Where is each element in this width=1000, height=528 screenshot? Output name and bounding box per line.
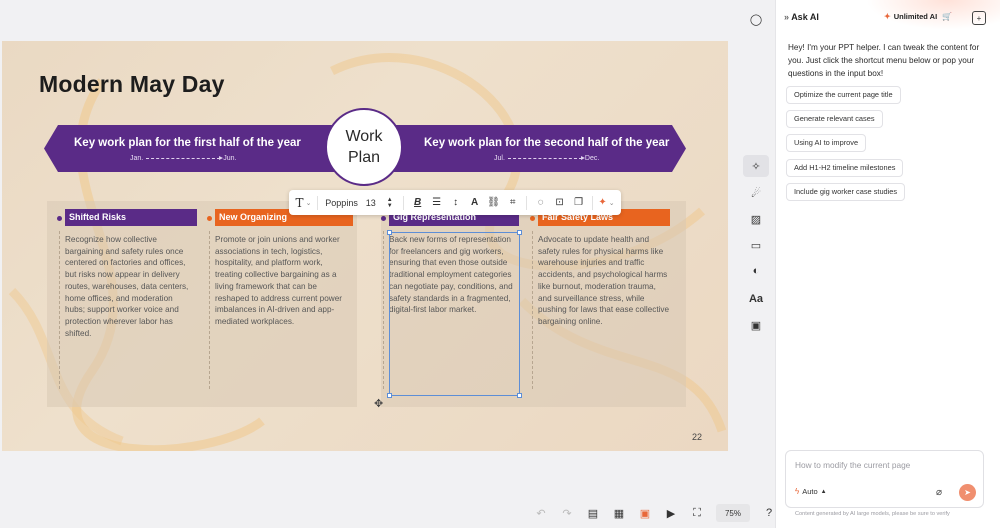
- bullet-dot: [530, 216, 535, 221]
- badge-label: Unlimited AI: [893, 12, 938, 21]
- bold-icon[interactable]: B: [409, 193, 426, 212]
- new-chat-icon[interactable]: +: [972, 11, 986, 25]
- dashed-divider: [383, 231, 384, 389]
- column-body: Advocate to update health and safety rul…: [538, 235, 670, 326]
- prompt-input[interactable]: How to modify the current page ϟ Auto ▲ …: [785, 450, 984, 508]
- collapse-icon[interactable]: »: [784, 12, 789, 22]
- dashed-divider: [209, 231, 210, 389]
- slide[interactable]: Modern May Day Key work plan for the fir…: [2, 41, 728, 451]
- suggestion-chip[interactable]: Optimize the current page title: [786, 86, 901, 104]
- caret-up-icon: ▲: [820, 488, 827, 495]
- media-icon[interactable]: ▣: [743, 314, 769, 336]
- panel-header: » Ask AI: [784, 12, 819, 22]
- circle-line-2: Plan: [347, 149, 381, 166]
- font-size-stepper[interactable]: ▲ ▼: [381, 193, 398, 212]
- animation-icon[interactable]: ☄: [743, 182, 769, 204]
- text-format-toolbar: T ⌄ Poppins 13 ▲ ▼ B ☰ ↕ A ⛓ ⌗ ◌ ⊡ ❐ ✦ ⌄: [289, 190, 621, 215]
- sparkle-icon: ✦: [884, 12, 891, 21]
- format-painter-icon[interactable]: ⌗: [504, 193, 521, 212]
- send-button[interactable]: ➤: [959, 484, 976, 501]
- range-end: Dec.: [584, 155, 600, 162]
- redo-icon[interactable]: ↷: [556, 503, 578, 523]
- comment-icon[interactable]: ◌: [532, 193, 549, 212]
- notes-icon[interactable]: ▤: [582, 503, 604, 523]
- font-color-icon[interactable]: A: [466, 193, 483, 212]
- mode-select[interactable]: ϟ Auto ▲: [795, 487, 827, 496]
- ai-disclaimer: Content generated by AI large models, pl…: [795, 511, 950, 517]
- separator: [526, 195, 528, 210]
- ask-ai-panel: » Ask AI ✦ Unlimited AI 🛒 + Hey! I'm you…: [775, 0, 1000, 528]
- slide-title[interactable]: Modern May Day: [39, 71, 225, 98]
- arrow-icon: [146, 155, 224, 160]
- background-icon[interactable]: ▨: [743, 208, 769, 230]
- ai-magic-icon[interactable]: ✧: [743, 155, 769, 177]
- separator: [403, 195, 405, 210]
- banner-first-half-range: Jan. Jun.: [130, 155, 236, 162]
- move-cursor-icon: ✥: [374, 398, 384, 410]
- ai-sparkle-icon[interactable]: ✦ ⌄: [598, 193, 615, 212]
- resize-handle[interactable]: [387, 230, 392, 235]
- lightning-icon: ϟ: [795, 487, 800, 496]
- suggestion-chip[interactable]: Add H1-H2 timeline milestones: [786, 159, 904, 177]
- grid-view-icon[interactable]: ▦: [608, 503, 630, 523]
- unlimited-ai-badge[interactable]: ✦ Unlimited AI 🛒: [884, 12, 952, 21]
- tool-rail: ◯ ✧ ☄ ▨ ▭ ◐ Aa ▣: [741, 0, 771, 528]
- suggestion-chip[interactable]: Generate relevant cases: [786, 110, 883, 128]
- arrow-icon: [508, 158, 582, 159]
- range-start: Jan.: [130, 155, 144, 162]
- font-size-value[interactable]: 13: [362, 193, 379, 212]
- banner-second-half[interactable]: Key work plan for the second half of the…: [386, 125, 686, 172]
- text-type-button[interactable]: T ⌄: [295, 193, 312, 212]
- banner-first-half[interactable]: Key work plan for the first half of the …: [44, 125, 344, 172]
- dashed-divider: [532, 231, 533, 389]
- prompt-placeholder: How to modify the current page: [795, 460, 911, 470]
- link-icon[interactable]: ⛓: [485, 193, 502, 212]
- resize-handle[interactable]: [387, 393, 392, 398]
- bullet-dot: [207, 216, 212, 221]
- font-family-select[interactable]: Poppins: [323, 193, 360, 212]
- dashed-divider: [59, 231, 60, 389]
- range-start: Jul.: [494, 155, 505, 162]
- resize-handle[interactable]: [517, 230, 522, 235]
- column-body: Promote or join unions and worker associ…: [215, 235, 342, 326]
- panel-title: Ask AI: [791, 12, 819, 22]
- lock-icon[interactable]: ⊡: [551, 193, 568, 212]
- layout-icon[interactable]: ▭: [743, 234, 769, 256]
- bullet-dot: [57, 216, 62, 221]
- mode-label: Auto: [802, 487, 818, 496]
- copy-icon[interactable]: ❐: [570, 193, 587, 212]
- align-center-icon[interactable]: ☰: [428, 193, 445, 212]
- undo-icon[interactable]: ↶: [530, 503, 552, 523]
- bullet-dot: [381, 216, 386, 221]
- range-end: Jun.: [223, 155, 237, 162]
- banner-second-half-text: Key work plan for the second half of the…: [424, 137, 670, 149]
- work-plan-circle[interactable]: Work Plan: [325, 108, 403, 186]
- palette-icon[interactable]: ◐: [743, 260, 769, 282]
- assistant-intro: Hey! I'm your PPT helper. I can tweak th…: [788, 43, 980, 78]
- column-title: Shifted Risks: [65, 209, 197, 226]
- play-icon[interactable]: ▶: [660, 503, 682, 523]
- fit-screen-icon[interactable]: ⛶: [686, 503, 708, 523]
- chat-icon[interactable]: ◯: [743, 8, 769, 30]
- separator: [592, 195, 594, 210]
- banner-first-half-text: Key work plan for the first half of the …: [74, 137, 301, 149]
- selection-box[interactable]: [387, 230, 522, 398]
- slide-view-icon[interactable]: ▣: [634, 503, 656, 523]
- separator: [317, 195, 318, 210]
- font-icon[interactable]: Aa: [743, 288, 769, 310]
- suggestion-chip[interactable]: Using AI to improve: [786, 134, 867, 152]
- cart-icon[interactable]: 🛒: [942, 12, 952, 21]
- page-number: 22: [691, 432, 702, 442]
- line-spacing-icon[interactable]: ↕: [447, 193, 464, 212]
- suggestion-chip[interactable]: Include gig worker case studies: [786, 183, 906, 201]
- banner-second-half-range: Jul. Dec.: [494, 155, 599, 162]
- slide-canvas: Modern May Day Key work plan for the fir…: [0, 0, 772, 522]
- circle-line-1: Work: [345, 128, 383, 145]
- attach-icon[interactable]: ⌀: [936, 487, 942, 498]
- column-body: Recognize how collective bargaining and …: [65, 235, 189, 338]
- resize-handle[interactable]: [517, 393, 522, 398]
